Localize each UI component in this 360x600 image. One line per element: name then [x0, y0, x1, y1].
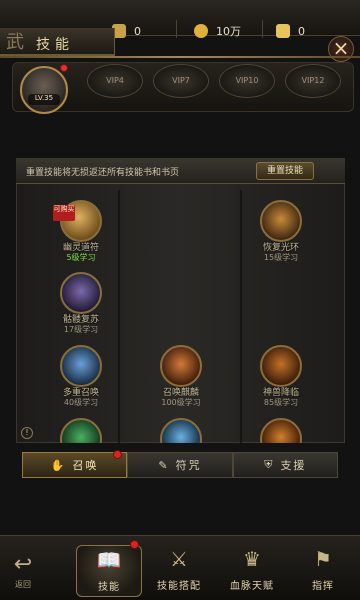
nav-label: 血脉天赋 — [230, 581, 274, 592]
skill-card[interactable] — [40, 418, 120, 443]
skill-card[interactable]: 幽灵道符 5级学习 — [40, 200, 120, 272]
hand-icon: ✋ — [50, 458, 67, 472]
vip-tab-vip12[interactable]: VIP12 — [285, 64, 341, 98]
page-title: 技能 — [36, 37, 74, 53]
resource-coin-value: 10万 — [216, 25, 241, 38]
avatar[interactable] — [20, 66, 68, 114]
resource-coin: 10万 — [194, 22, 241, 40]
skill-requirement: 5级学习 — [66, 253, 96, 262]
skill-icon — [60, 345, 102, 387]
vip-tab-label: VIP10 — [235, 76, 259, 85]
vip-tab-vip10[interactable]: VIP10 — [219, 64, 275, 98]
skill-card[interactable]: 神兽降临 85级学习 — [240, 345, 320, 417]
skill-icon — [160, 418, 202, 443]
tab-talisman[interactable]: ✎ 符咒 — [127, 452, 233, 478]
tab-label: 符咒 — [175, 459, 202, 472]
category-tabs: ✋ 召唤 ✎ 符咒 ⛨ 支援 — [22, 450, 338, 478]
avatar-level: LV.35 — [28, 94, 60, 105]
skill-icon — [260, 345, 302, 387]
command-icon: ⚑ — [314, 547, 332, 571]
resource-divider — [176, 20, 177, 38]
resource-ingot-value: 0 — [134, 24, 141, 38]
skill-card[interactable] — [240, 418, 320, 443]
tab-summon[interactable]: ✋ 召唤 — [22, 450, 128, 478]
nav-command[interactable]: ⚑ 指挥 — [290, 545, 356, 597]
bloodline-icon: ♛ — [243, 547, 261, 571]
skill-icon — [160, 345, 202, 387]
info-icon[interactable]: ! — [21, 427, 33, 439]
close-button[interactable]: × — [328, 36, 354, 62]
gold-ingot-icon — [276, 24, 290, 38]
nav-skills[interactable]: 📖 技能 — [76, 545, 142, 597]
reset-hint-text: 重置技能将无损返还所有技能书和书页 — [26, 168, 180, 178]
nav-skill-combo[interactable]: ⚔ 技能搭配 — [146, 545, 212, 597]
nav-notification-dot — [130, 540, 139, 549]
nav-label: 技能搭配 — [157, 581, 201, 592]
vip-tab-vip7[interactable]: VIP7 — [153, 64, 209, 98]
header-divider — [0, 56, 360, 58]
skill-requirement: 100级学习 — [161, 398, 201, 407]
reset-skills-button[interactable]: 重置技能 — [256, 162, 314, 180]
resource-divider — [262, 20, 263, 38]
title-emblem: 武 — [6, 32, 24, 53]
tab-label: 支援 — [280, 459, 307, 472]
skill-card[interactable]: 召唤麒麟 100级学习 — [140, 345, 220, 417]
back-button[interactable]: ↩ 返回 — [6, 552, 40, 592]
skill-card[interactable] — [140, 418, 220, 443]
resource-gold-ingot: 0 — [276, 22, 305, 40]
talisman-icon: ✎ — [158, 458, 170, 472]
skill-requirement: 17级学习 — [63, 325, 99, 334]
shield-icon: ⛨ — [264, 458, 275, 471]
skill-combo-icon: ⚔ — [170, 547, 188, 571]
skill-requirement: 85级学习 — [263, 398, 299, 407]
resource-ingot: 0 — [112, 22, 141, 40]
tab-notification-dot — [113, 450, 123, 459]
skill-card[interactable]: 恢复光环 15级学习 — [240, 200, 320, 272]
back-arrow-icon: ↩ — [13, 552, 33, 577]
avatar-notification-dot — [60, 64, 68, 72]
skill-requirement: 40级学习 — [63, 398, 99, 407]
skill-card[interactable]: 多重召唤 40级学习 — [40, 345, 120, 417]
nav-label: 技能 — [98, 582, 120, 593]
vip-tab-label: VIP4 — [106, 76, 124, 85]
coin-icon — [194, 24, 208, 38]
title-plate: 武 技能 — [0, 28, 115, 56]
vip-tab-vip4[interactable]: VIP4 — [87, 64, 143, 98]
skill-icon — [260, 418, 302, 443]
resource-gold-ingot-value: 0 — [298, 24, 305, 38]
nav-bloodline[interactable]: ♛ 血脉天赋 — [219, 545, 285, 597]
skill-icon — [60, 418, 102, 443]
skill-book-icon: 📖 — [96, 548, 122, 572]
vip-tab-label: VIP12 — [301, 76, 325, 85]
nav-label: 指挥 — [312, 581, 334, 592]
skill-icon — [60, 272, 102, 314]
skill-requirement: 15级学习 — [263, 253, 299, 262]
back-label: 返回 — [15, 580, 31, 589]
tab-support[interactable]: ⛨ 支援 — [232, 452, 338, 478]
skill-card[interactable]: 骷髅复苏 17级学习 — [40, 272, 120, 344]
vip-tab-label: VIP7 — [172, 76, 190, 85]
skill-icon — [260, 200, 302, 242]
tab-label: 召唤 — [72, 459, 99, 472]
purchasable-badge: 可购买 — [53, 205, 75, 221]
